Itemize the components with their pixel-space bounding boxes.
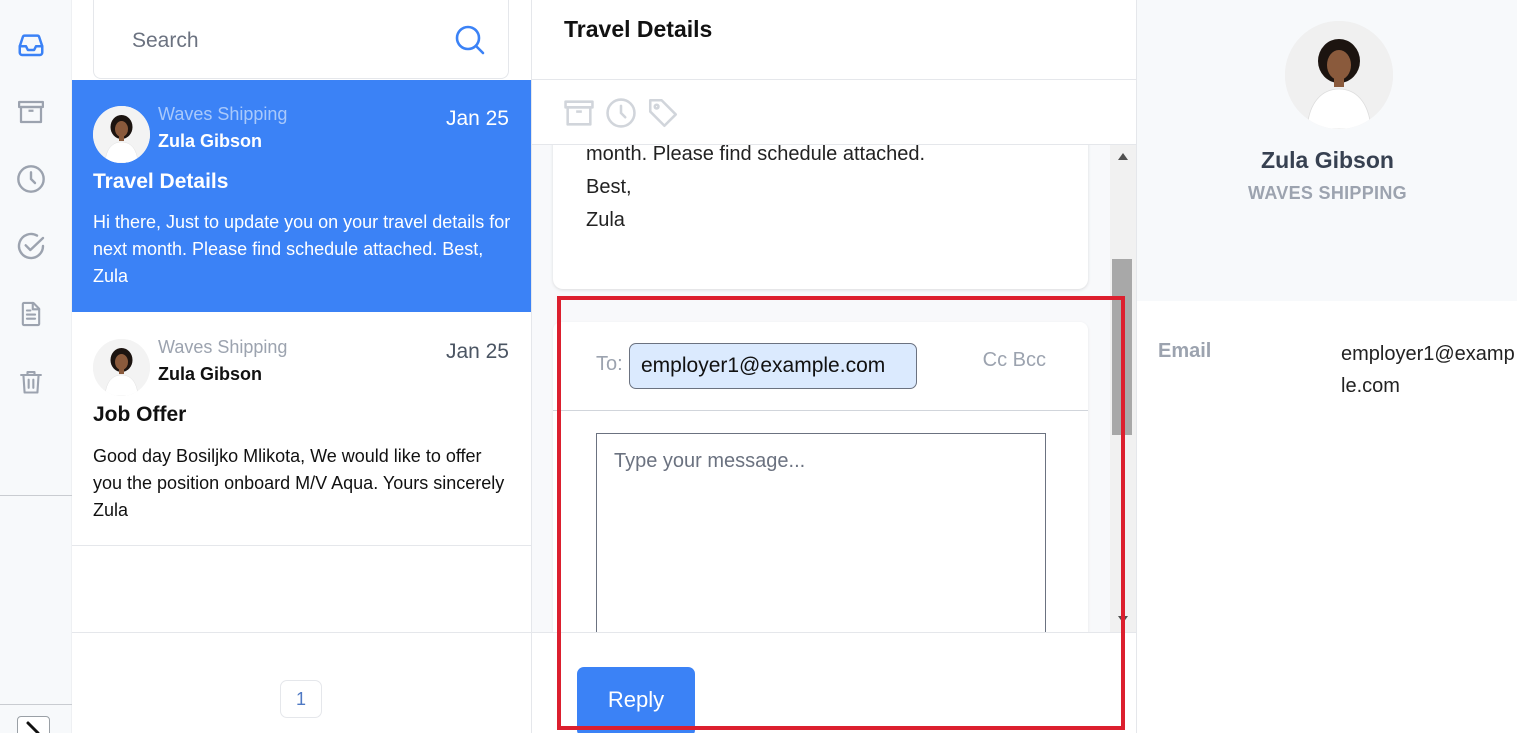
email-list-panel: Waves Shipping Zula Gibson Jan 25 Travel… [72,0,532,733]
reply-button[interactable]: Reply [577,667,695,733]
rail-item-drafts[interactable] [14,297,48,331]
email-subject: Job Offer [93,403,187,426]
scrollbar-thumb[interactable] [1112,259,1132,435]
contact-avatar [1285,21,1393,129]
email-thread-scroll-area: month. Please find schedule attached. Be… [532,145,1136,632]
sender-company: Waves Shipping [158,337,288,357]
email-list-item[interactable]: Waves Shipping Zula Gibson Jan 25 Job Of… [72,312,531,546]
message-textarea[interactable] [596,433,1046,632]
contact-header: Zula Gibson WAVES SHIPPING [1137,0,1517,301]
message-card: month. Please find schedule attached. Be… [553,145,1088,289]
rail-divider [0,704,72,705]
email-preview: Good day Bosiljko Mlikota, We would like… [93,446,505,520]
reply-composer: To: employer1@example.com Cc Bcc [553,322,1088,632]
message-body-line: Zula [586,209,625,231]
icon-rail [0,0,72,733]
scroll-up-arrow-icon[interactable] [1118,153,1128,160]
message-body-line: Best, [586,176,632,198]
contact-name: Zula Gibson [1261,147,1394,173]
divider [553,410,1088,411]
divider [532,79,1136,80]
to-recipient-field[interactable]: employer1@example.com [629,343,917,389]
search-icon[interactable] [454,24,486,56]
rail-item-archive[interactable] [14,95,48,129]
sender-name: Zula Gibson [158,131,263,151]
person-photo-icon [93,339,150,396]
to-label: To: [596,353,623,375]
tag-icon[interactable] [646,96,680,130]
email-subject: Travel Details [93,170,229,193]
email-preview: Hi there, Just to update you on your tra… [93,212,511,286]
rail-divider [0,495,72,496]
clock-icon[interactable] [604,96,638,130]
email-list-item[interactable]: Waves Shipping Zula Gibson Jan 25 Travel… [72,80,531,312]
sidebar-expand-button[interactable] [17,716,50,733]
email-date: Jan 25 [445,107,509,130]
scrollbar[interactable] [1110,145,1136,632]
clock-icon [17,165,45,193]
archive-icon [18,100,44,124]
document-icon [21,301,41,327]
scroll-down-arrow-icon[interactable] [1118,616,1128,623]
search-input[interactable] [132,26,432,56]
email-actions [562,96,680,130]
person-photo-icon [1285,21,1393,129]
email-detail-panel: Travel Details month. Please find schedu… [532,0,1136,733]
sender-name: Zula Gibson [158,364,263,384]
sender-avatar [93,106,150,163]
contact-email-value: employer1@example.com [1341,343,1515,397]
search-box [93,0,509,79]
trash-icon [20,371,42,394]
reply-footer: Reply [532,632,1136,733]
page-button[interactable]: 1 [280,680,322,718]
inbox-icon [18,34,44,57]
contact-panel: Zula Gibson WAVES SHIPPING Email employe… [1136,0,1517,733]
expand-arrow-icon [26,721,40,733]
rail-item-snoozed[interactable] [14,162,48,196]
contact-email-label: Email [1158,340,1212,362]
check-circle-icon [17,232,45,260]
sender-company: Waves Shipping [158,104,288,124]
cc-bcc-toggle[interactable]: Cc Bcc [983,349,1046,372]
pagination-bar: 1 [72,632,531,733]
rail-item-done[interactable] [14,229,48,263]
message-body-line: month. Please find schedule attached. [586,145,926,165]
email-date: Jan 25 [445,340,509,363]
rail-item-trash[interactable] [14,365,48,399]
sender-avatar [93,339,150,396]
rail-item-inbox[interactable] [14,28,48,62]
email-detail-title: Travel Details [564,16,713,42]
archive-icon[interactable] [562,96,596,130]
contact-company: WAVES SHIPPING [1248,183,1407,203]
person-photo-icon [93,106,150,163]
